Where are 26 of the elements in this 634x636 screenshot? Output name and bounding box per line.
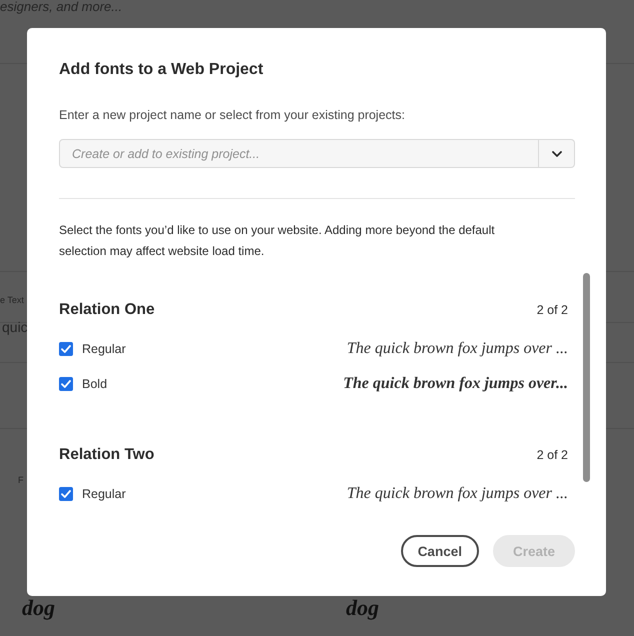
- background-text: dog: [22, 597, 55, 619]
- checkmark-icon: [61, 344, 71, 352]
- field-label: Enter a new project name or select from your existing projects:: [59, 107, 405, 124]
- chevron-down-icon: [552, 150, 562, 156]
- font-sample-text: The quick brown fox jumps over...: [343, 374, 568, 394]
- selection-count: 2 of 2: [536, 302, 568, 319]
- background-text: dog: [346, 597, 379, 619]
- checkmark-icon: [61, 380, 71, 388]
- font-sample-text: The quick brown fox jumps over ...: [346, 338, 568, 358]
- selection-count: 2 of 2: [536, 447, 568, 464]
- checkbox[interactable]: [59, 342, 73, 356]
- scrollbar-thumb[interactable]: [583, 273, 590, 482]
- section-title: Relation One: [59, 300, 155, 320]
- font-style-label: Bold: [82, 376, 108, 392]
- section-title: Relation Two: [59, 445, 154, 465]
- font-style-label: Regular: [82, 486, 126, 502]
- description-text: Select the fonts you’d like to use on your website. Adding more beyond the default selection may affect website load time.: [59, 222, 496, 260]
- font-style-label: Regular: [82, 340, 126, 358]
- dropdown-button[interactable]: [539, 139, 575, 168]
- cancel-button[interactable]: Cancel: [400, 535, 479, 567]
- checkbox[interactable]: [59, 376, 73, 390]
- project-input-field[interactable]: Create or add to existing project...: [59, 139, 539, 168]
- checkmark-icon: [61, 490, 71, 498]
- checkbox[interactable]: [59, 486, 73, 500]
- dialog-title: Add fonts to a Web Project: [59, 60, 264, 80]
- font-sample-text: The quick brown fox jumps over ...: [346, 484, 568, 504]
